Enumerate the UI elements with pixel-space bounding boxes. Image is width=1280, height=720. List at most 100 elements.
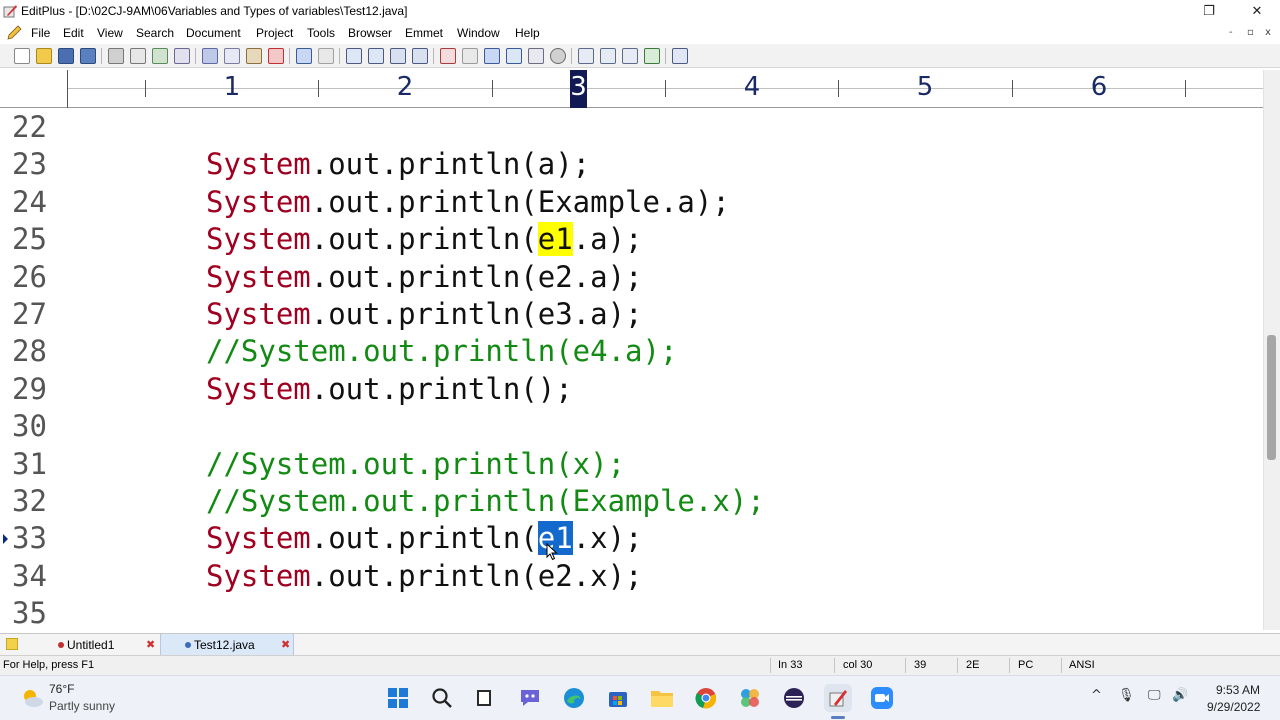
- menu-tools[interactable]: Tools: [307, 26, 335, 40]
- weather-temperature[interactable]: 76°F: [49, 682, 74, 696]
- save-icon[interactable]: [58, 48, 74, 64]
- copy-icon[interactable]: [224, 48, 240, 64]
- open-folder-icon[interactable]: [36, 48, 52, 64]
- code-text[interactable]: System.out.println();: [206, 371, 573, 408]
- print-preview-icon[interactable]: [130, 48, 146, 64]
- code-comment[interactable]: //System.out.println(x);: [206, 446, 625, 483]
- cut-icon[interactable]: [202, 48, 218, 64]
- code-line[interactable]: 35: [0, 595, 1263, 632]
- code-line[interactable]: 27 System.out.println(e3.a);: [0, 296, 1263, 333]
- goto-line-icon[interactable]: [412, 48, 428, 64]
- tray-chevron-icon[interactable]: ^: [1091, 688, 1102, 703]
- new-file-icon[interactable]: [14, 48, 30, 64]
- code-text[interactable]: System.out.println(e1.x);: [206, 520, 643, 557]
- output-window-icon[interactable]: [644, 48, 660, 64]
- mdi-minimize-button[interactable]: -: [1229, 27, 1233, 38]
- replace-icon[interactable]: [390, 48, 406, 64]
- tab-close-icon[interactable]: ✖: [146, 638, 155, 651]
- microphone-icon[interactable]: 🎙: [1118, 688, 1135, 703]
- help-icon[interactable]: [672, 48, 688, 64]
- code-line[interactable]: 29 System.out.println();: [0, 371, 1263, 408]
- edge-browser-icon[interactable]: [560, 684, 588, 712]
- menu-edit[interactable]: Edit: [63, 26, 84, 40]
- menu-search[interactable]: Search: [136, 26, 174, 40]
- code-line[interactable]: 24 System.out.println(Example.a);: [0, 184, 1263, 221]
- save-all-icon[interactable]: [80, 48, 96, 64]
- code-line[interactable]: 30: [0, 408, 1263, 445]
- line-number-icon[interactable]: [506, 48, 522, 64]
- code-line[interactable]: 34 System.out.println(e2.x);: [0, 558, 1263, 595]
- menu-view[interactable]: View: [97, 26, 123, 40]
- editplus-app-icon[interactable]: [3, 4, 18, 18]
- zoom-icon[interactable]: [868, 684, 896, 712]
- word-wrap-icon[interactable]: [484, 48, 500, 64]
- menu-document[interactable]: Document: [186, 26, 241, 40]
- search-icon[interactable]: [428, 684, 456, 712]
- tab-close-icon[interactable]: ✖: [281, 638, 290, 651]
- windows-start-icon[interactable]: [384, 684, 412, 712]
- code-text[interactable]: System.out.println(e2.a);: [206, 259, 643, 296]
- code-text[interactable]: System.out.println(e2.x);: [206, 558, 643, 595]
- volume-icon[interactable]: 🔊: [1172, 688, 1188, 703]
- restore-button[interactable]: ❐: [1186, 0, 1232, 22]
- code-line[interactable]: 22: [0, 109, 1263, 146]
- menu-browser[interactable]: Browser: [348, 26, 392, 40]
- code-line[interactable]: 32 //System.out.println(Example.x);: [0, 483, 1263, 520]
- editplus-taskbar-icon[interactable]: [824, 684, 852, 712]
- code-line[interactable]: 26 System.out.println(e2.a);: [0, 259, 1263, 296]
- code-editor[interactable]: 22 23 System.out.println(a); 24 System.out.p…: [0, 109, 1263, 633]
- paste-icon[interactable]: [246, 48, 262, 64]
- code-line[interactable]: 25 System.out.println(e1.a);: [0, 221, 1263, 258]
- code-line[interactable]: 23 System.out.println(a);: [0, 146, 1263, 183]
- code-comment[interactable]: //System.out.println(Example.x);: [206, 483, 765, 520]
- code-text[interactable]: System.out.println(e1.a);: [206, 221, 643, 258]
- display-icon[interactable]: 🖵: [1148, 688, 1161, 703]
- weather-description[interactable]: Partly sunny: [49, 699, 115, 713]
- eclipse-ide-icon[interactable]: [780, 684, 808, 712]
- preview-icon[interactable]: [174, 48, 190, 64]
- menu-project[interactable]: Project: [256, 26, 293, 40]
- code-comment[interactable]: //System.out.println(e4.a);: [206, 333, 677, 370]
- mdi-restore-button[interactable]: ▫: [1247, 27, 1254, 38]
- file-manager-icon[interactable]: [470, 684, 498, 712]
- undo-icon[interactable]: [296, 48, 312, 64]
- close-button[interactable]: ✕: [1234, 0, 1280, 22]
- delete-icon[interactable]: [268, 48, 284, 64]
- tab-untitled1[interactable]: Untitled1: [52, 634, 160, 656]
- code-text[interactable]: System.out.println(Example.a);: [206, 184, 730, 221]
- code-text[interactable]: System.out.println(a);: [206, 146, 590, 183]
- directory-window-icon[interactable]: [622, 48, 638, 64]
- menu-emmet[interactable]: Emmet: [405, 26, 443, 40]
- menu-file[interactable]: File: [31, 26, 50, 40]
- html-toolbar-icon[interactable]: [462, 48, 478, 64]
- redo-icon[interactable]: [318, 48, 334, 64]
- teams-chat-icon[interactable]: [516, 684, 544, 712]
- clock-date[interactable]: 9/29/2022: [1207, 700, 1260, 714]
- tab-test12-java[interactable]: Test12.java: [160, 634, 294, 656]
- chrome-browser-icon[interactable]: [692, 684, 720, 712]
- mdi-close-button[interactable]: x: [1265, 27, 1271, 38]
- print-icon[interactable]: [108, 48, 124, 64]
- vertical-scrollbar[interactable]: [1263, 70, 1280, 630]
- spell-check-icon[interactable]: [152, 48, 168, 64]
- code-text[interactable]: System.out.println(e3.a);: [206, 296, 643, 333]
- code-line[interactable]: 33 System.out.println(e1.x);: [0, 520, 1263, 557]
- clock-time[interactable]: 9:53 AM: [1216, 683, 1260, 697]
- folder-icon[interactable]: [6, 638, 18, 650]
- code-line[interactable]: 31 //System.out.println(x);: [0, 446, 1263, 483]
- find-icon[interactable]: [346, 48, 362, 64]
- settings-gear-icon[interactable]: [550, 48, 566, 64]
- window-tile-icon[interactable]: [600, 48, 616, 64]
- photos-icon[interactable]: [736, 684, 764, 712]
- window-cascade-icon[interactable]: [578, 48, 594, 64]
- scrollbar-thumb[interactable]: [1267, 335, 1276, 460]
- code-line[interactable]: 28 //System.out.println(e4.a);: [0, 333, 1263, 370]
- font-icon[interactable]: [440, 48, 456, 64]
- file-explorer-icon[interactable]: [648, 684, 676, 712]
- ruler-icon[interactable]: [528, 48, 544, 64]
- menu-help[interactable]: Help: [515, 26, 540, 40]
- menu-window[interactable]: Window: [457, 26, 500, 40]
- find-next-icon[interactable]: [368, 48, 384, 64]
- partly-sunny-icon[interactable]: [20, 687, 44, 709]
- microsoft-store-icon[interactable]: [604, 684, 632, 712]
